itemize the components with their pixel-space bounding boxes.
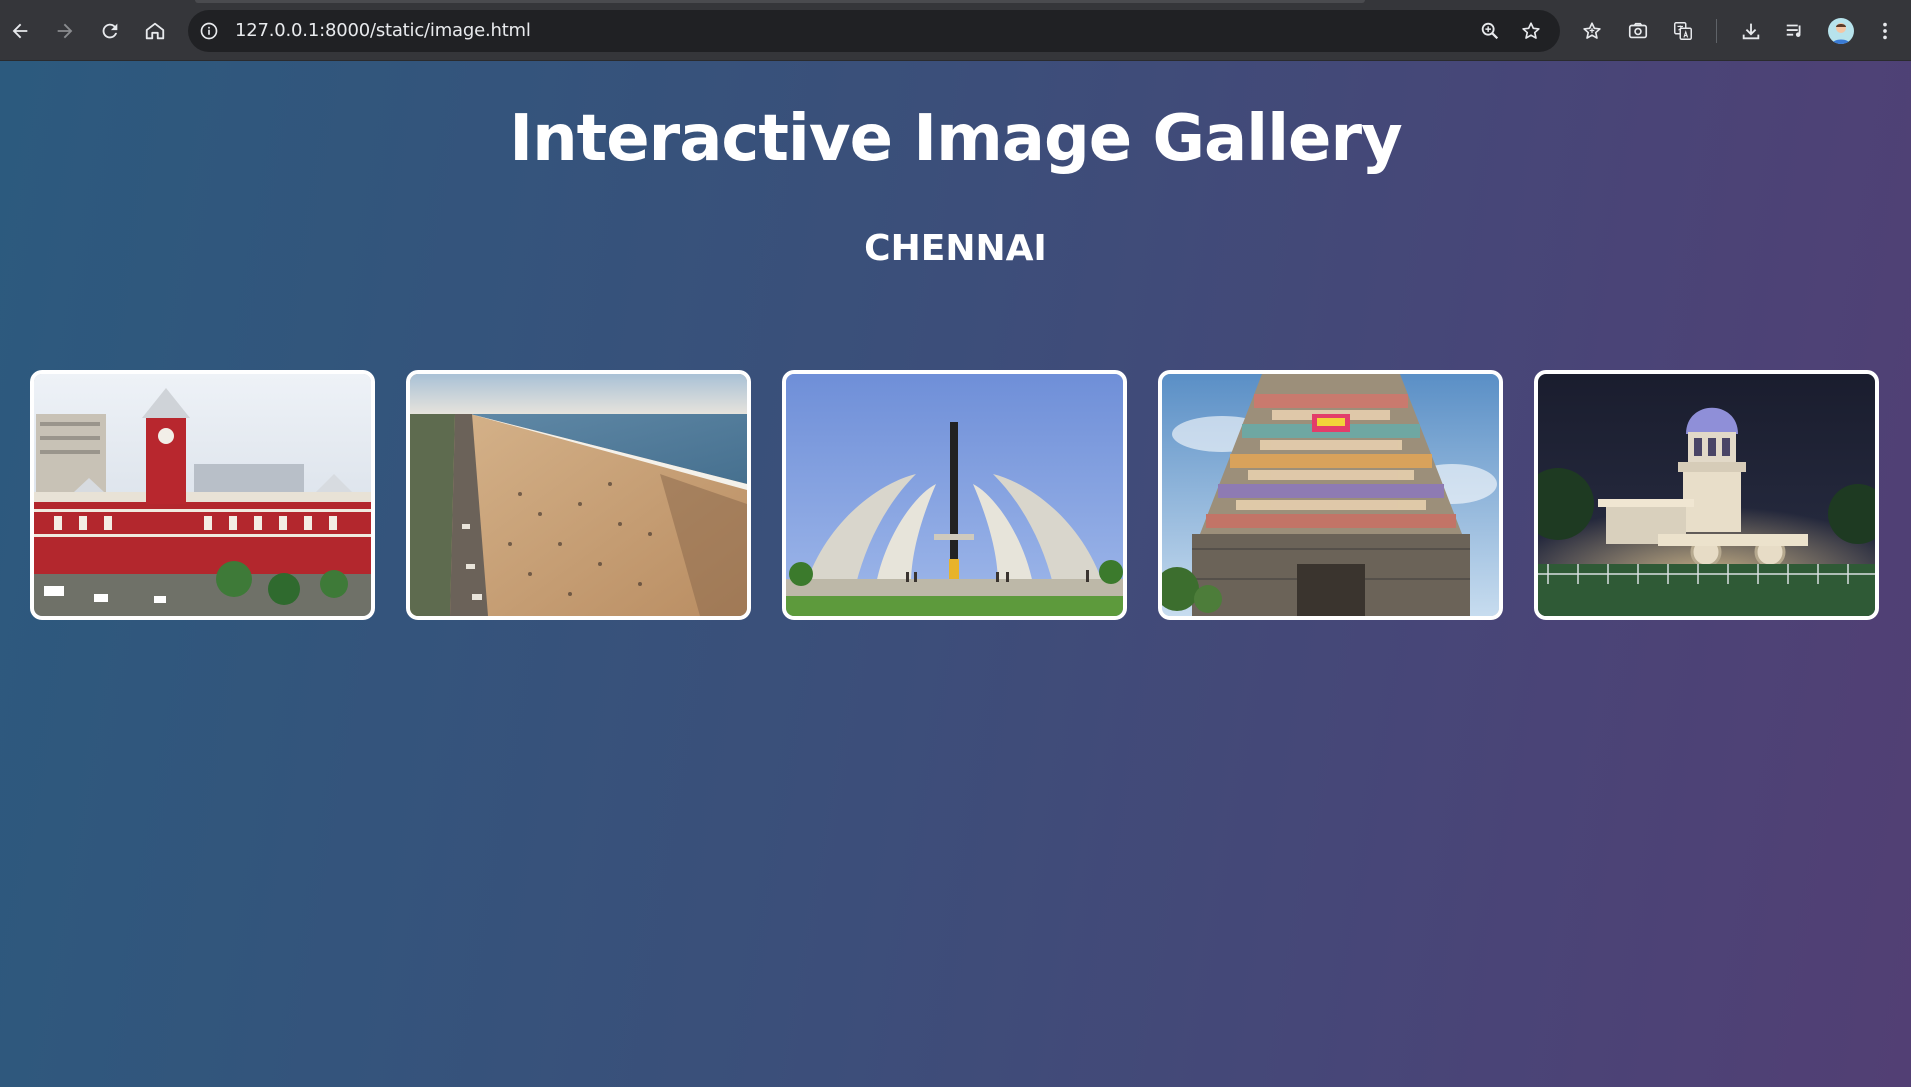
back-button[interactable] <box>2 13 38 49</box>
reload-button[interactable] <box>92 13 128 49</box>
gallery-card-2[interactable] <box>406 370 751 620</box>
tab-strip-edge <box>195 0 1365 3</box>
download-icon[interactable] <box>1739 19 1763 43</box>
home-button[interactable] <box>137 13 173 49</box>
gallery-card-4[interactable] <box>1158 370 1503 620</box>
page-title: Interactive Image Gallery <box>509 102 1402 176</box>
valluvar-kottam-chariot-photo <box>1538 374 1875 616</box>
gallery-card-5[interactable] <box>1534 370 1879 620</box>
zoom-icon[interactable] <box>1478 19 1502 43</box>
more-vert-icon[interactable] <box>1873 19 1897 43</box>
home-icon <box>145 22 165 40</box>
url-text[interactable]: 127.0.0.1:8000/static/image.html <box>235 10 531 52</box>
mgr-memorial-photo <box>786 374 1123 616</box>
camera-icon[interactable] <box>1626 19 1650 43</box>
arrow-left-icon <box>12 23 28 39</box>
address-bar[interactable]: 127.0.0.1:8000/static/image.html <box>188 10 1560 52</box>
profile-avatar[interactable] <box>1828 18 1854 44</box>
chennai-central-station-photo <box>34 374 371 616</box>
arrow-right-icon <box>57 23 73 39</box>
gallery-card-3[interactable] <box>782 370 1127 620</box>
toolbar-divider <box>1716 19 1717 43</box>
info-icon[interactable] <box>198 20 220 42</box>
reload-icon <box>102 23 118 39</box>
city-heading: CHENNAI <box>864 228 1047 269</box>
star-icon[interactable] <box>1519 19 1543 43</box>
gallery-card-1[interactable] <box>30 370 375 620</box>
forward-button[interactable] <box>47 13 83 49</box>
translate-icon[interactable] <box>1671 19 1695 43</box>
bookmark-star-icon[interactable] <box>1580 19 1604 43</box>
media-queue-icon[interactable] <box>1783 19 1807 43</box>
marina-beach-photo <box>410 374 747 616</box>
page-content: Interactive Image Gallery CHENNAI <box>0 61 1911 1087</box>
image-gallery <box>30 370 1879 620</box>
browser-toolbar: 127.0.0.1:8000/static/image.html <box>0 0 1911 61</box>
kapaleeshwarar-temple-gopuram-photo <box>1162 374 1499 616</box>
